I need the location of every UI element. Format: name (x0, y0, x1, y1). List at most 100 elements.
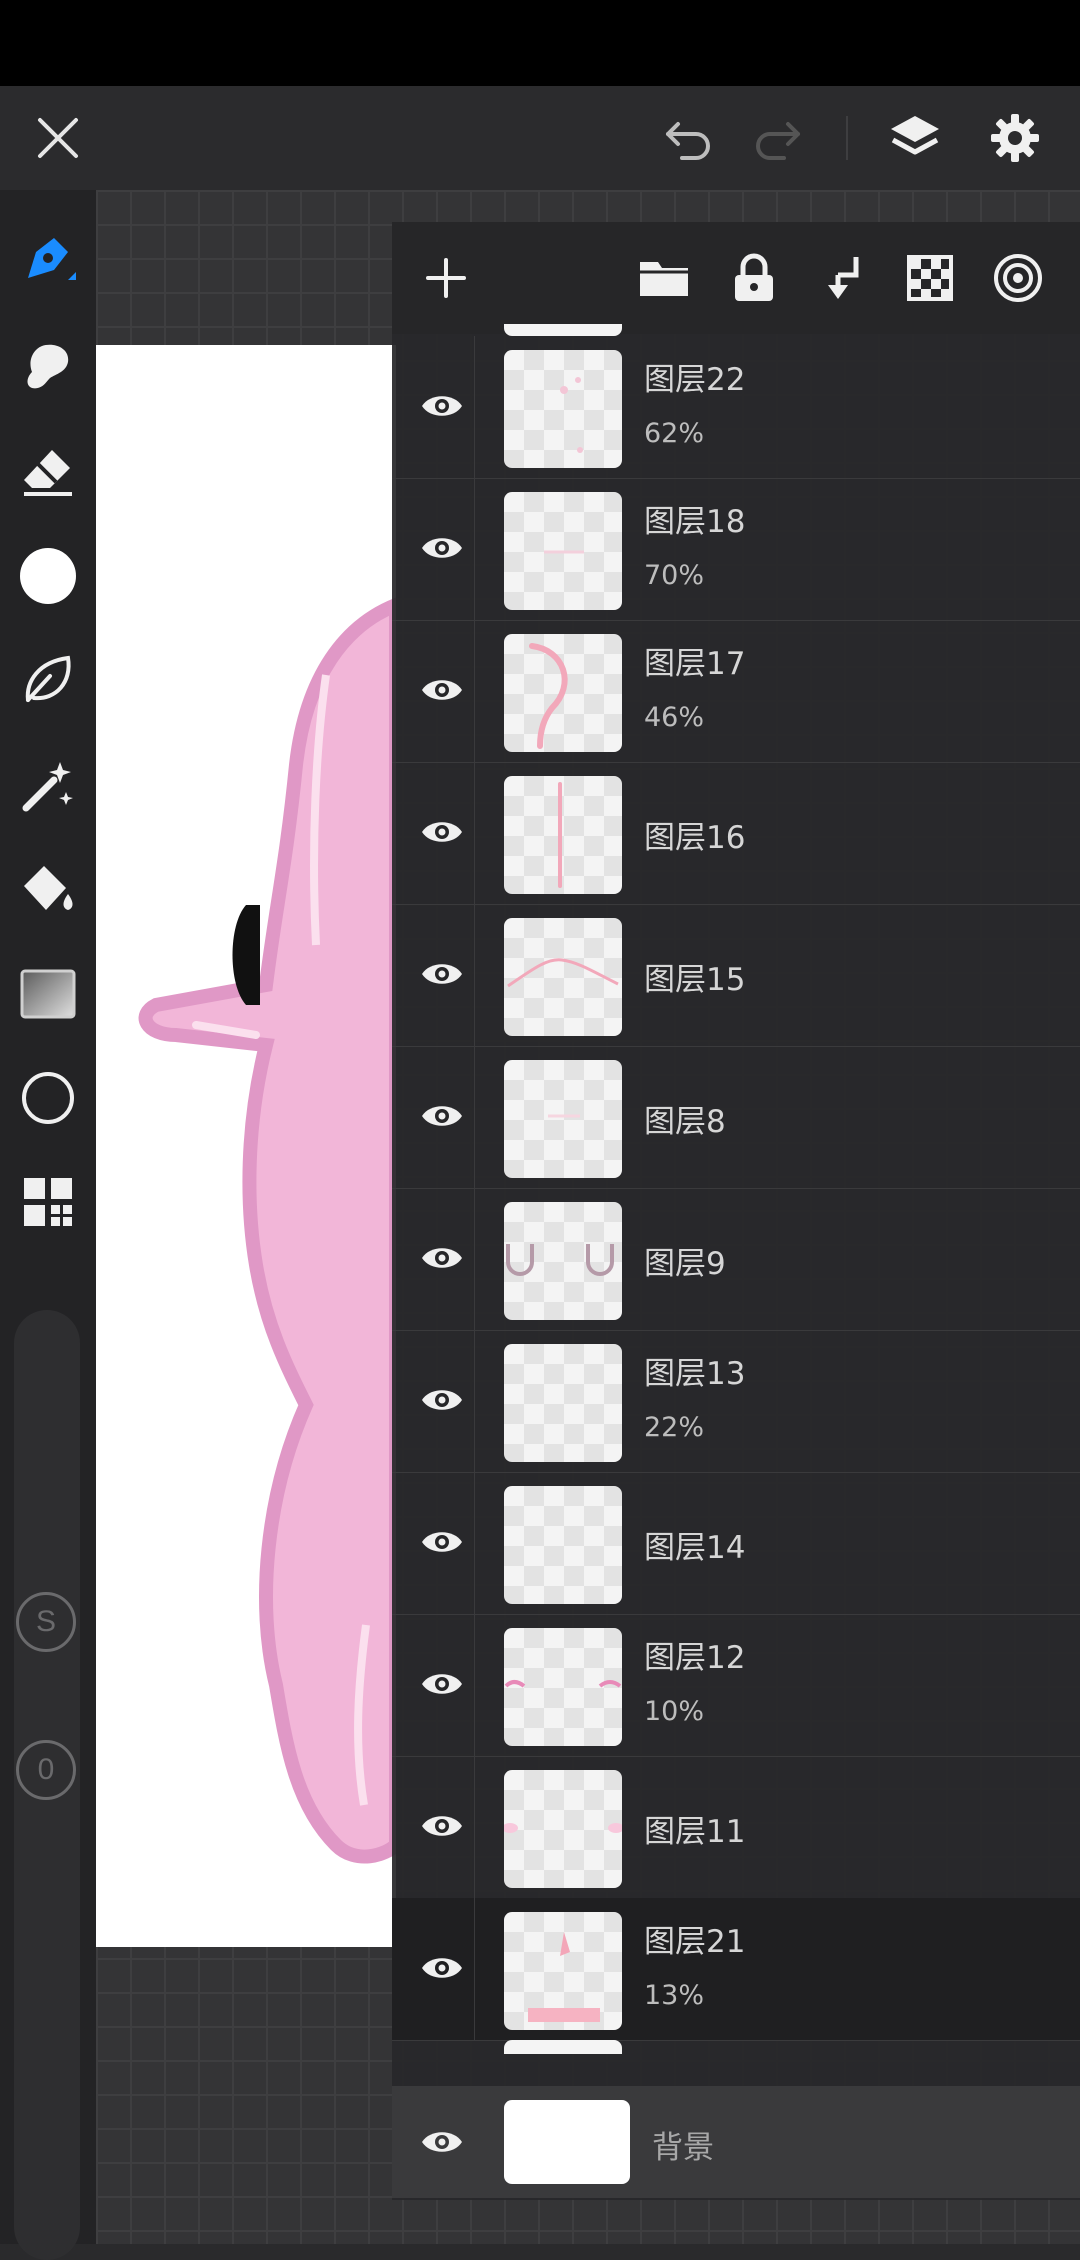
background-layer-row[interactable]: 背景 (392, 2086, 1080, 2198)
layer-thumbnail (504, 634, 622, 752)
visibility-toggle[interactable] (412, 1796, 472, 1856)
layer-row[interactable]: 图层16 (392, 762, 1080, 905)
opacity-button[interactable]: 0 (16, 1740, 76, 1800)
left-toolbar: S 0 (0, 190, 96, 2260)
color-swatch[interactable] (0, 536, 96, 616)
layer-opacity: 70% (644, 560, 705, 591)
layer-opacity: 22% (644, 1412, 705, 1443)
layer-thumbnail (504, 1486, 622, 1604)
active-color-circle (20, 548, 76, 604)
merge-down-icon (828, 257, 859, 299)
visibility-toggle[interactable] (412, 1086, 472, 1146)
close-button[interactable] (20, 86, 96, 190)
layer-name: 图层15 (644, 962, 746, 998)
visibility-toggle[interactable] (412, 1512, 472, 1572)
magic-wand-icon (22, 762, 73, 812)
eye-icon (422, 1248, 462, 1268)
brush-tool[interactable] (0, 220, 96, 300)
redo-icon (756, 122, 800, 160)
merge-down-button[interactable] (810, 246, 874, 310)
visibility-toggle[interactable] (412, 1370, 472, 1430)
layer-thumbnail (504, 1912, 622, 2030)
blend-mode-button[interactable] (986, 246, 1050, 310)
layer-row[interactable]: 图层11 (392, 1756, 1080, 1899)
stabilizer-label: S (35, 1605, 56, 1638)
layer-name: 图层21 (644, 1924, 746, 1960)
layer-name: 图层18 (644, 504, 746, 540)
visibility-toggle[interactable] (412, 2112, 472, 2172)
gear-icon (991, 114, 1039, 162)
shape-tool[interactable] (0, 1058, 96, 1138)
lasso-icon (25, 655, 71, 702)
fill-tool[interactable] (0, 850, 96, 930)
layer-name: 图层16 (644, 820, 746, 856)
divider (846, 116, 848, 160)
eye-icon (422, 1106, 462, 1126)
layer-thumbnail (504, 1344, 622, 1462)
eraser-icon (24, 450, 72, 496)
blend-mode-icon (994, 254, 1042, 302)
visibility-toggle[interactable] (412, 944, 472, 1004)
stabilizer-button[interactable]: S (16, 1592, 76, 1652)
divider (474, 620, 475, 762)
smudge-tool[interactable] (0, 326, 96, 406)
layer-thumbnail-partial (504, 2040, 622, 2054)
checker-icon (907, 255, 953, 301)
layer-row-selected[interactable]: 图层21 13% (392, 1898, 1080, 2041)
lock-button[interactable] (722, 246, 786, 310)
layer-row[interactable]: 图层15 (392, 904, 1080, 1047)
more-tools[interactable] (0, 1162, 96, 1242)
magic-wand-tool[interactable] (0, 746, 96, 826)
layer-name: 图层13 (644, 1356, 746, 1392)
visibility-toggle[interactable] (412, 660, 472, 720)
divider (474, 336, 475, 478)
visibility-toggle[interactable] (412, 1228, 472, 1288)
layer-row[interactable]: 图层14 (392, 1472, 1080, 1615)
layer-row[interactable]: 图层17 46% (392, 620, 1080, 763)
add-layer-button[interactable] (414, 246, 478, 310)
layer-row[interactable]: 图层13 22% (392, 1330, 1080, 1473)
layer-name: 图层8 (644, 1104, 726, 1140)
layer-list[interactable]: 图层22 62% 图层18 70% 图层17 46% 图层16 图层15 图层8… (392, 324, 1080, 2086)
close-icon (38, 118, 78, 158)
artboard[interactable] (96, 345, 396, 1947)
eraser-tool[interactable] (0, 432, 96, 512)
eye-icon (422, 2132, 462, 2152)
visibility-toggle[interactable] (412, 1654, 472, 1714)
visibility-toggle[interactable] (412, 1938, 472, 1998)
layer-thumbnail (504, 1202, 622, 1320)
eye-icon (422, 1958, 462, 1978)
eye-icon (422, 396, 462, 416)
folder-button[interactable] (632, 246, 696, 310)
eye-icon (422, 538, 462, 558)
layer-row[interactable]: 图层18 70% (392, 478, 1080, 621)
settings-button[interactable] (978, 86, 1052, 190)
divider (474, 1756, 475, 1898)
visibility-toggle[interactable] (412, 376, 472, 436)
visibility-toggle[interactable] (412, 802, 472, 862)
divider (474, 1330, 475, 1472)
layer-thumbnail (504, 1770, 622, 1888)
layer-opacity: 10% (644, 1696, 705, 1727)
gradient-tool[interactable] (0, 954, 96, 1034)
background-thumbnail (504, 2100, 630, 2184)
layer-row[interactable]: 图层12 10% (392, 1614, 1080, 1757)
eye-icon (422, 1390, 462, 1410)
divider (474, 1188, 475, 1330)
divider (474, 762, 475, 904)
layer-row[interactable]: 图层9 (392, 1188, 1080, 1331)
layer-name: 图层17 (644, 646, 746, 682)
layers-button[interactable] (878, 86, 952, 190)
visibility-toggle[interactable] (412, 518, 472, 578)
lasso-tool[interactable] (0, 640, 96, 720)
layer-thumbnail (504, 492, 622, 610)
eye-icon (422, 822, 462, 842)
eye-icon (422, 1674, 462, 1694)
layers-panel-header (392, 222, 1080, 334)
alpha-lock-button[interactable] (898, 246, 962, 310)
eye-icon (422, 964, 462, 984)
layer-row[interactable]: 图层22 62% (392, 336, 1080, 479)
redo-button[interactable] (742, 86, 814, 190)
layer-row[interactable]: 图层8 (392, 1046, 1080, 1189)
undo-button[interactable] (652, 86, 724, 190)
